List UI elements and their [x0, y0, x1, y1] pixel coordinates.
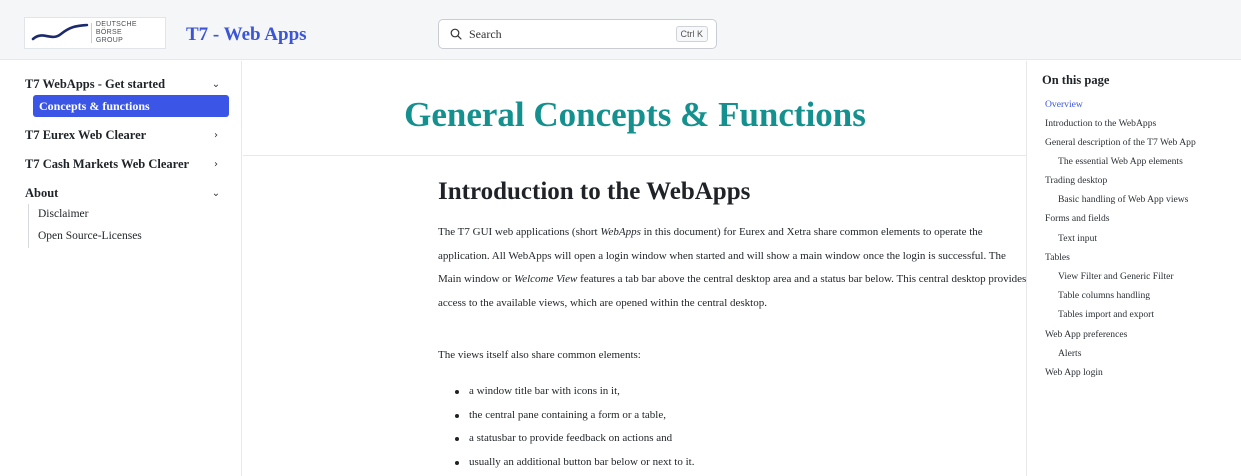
intro-paragraph: The T7 GUI web applications (short WebAp…: [438, 221, 1028, 315]
intro-emphasis-welcome-view: Welcome View: [514, 273, 578, 285]
section-heading-introduction: Introduction to the WebApps: [438, 178, 751, 205]
search-box[interactable]: Search Ctrl K: [438, 19, 717, 49]
search-shortcut-badge: Ctrl K: [675, 26, 708, 42]
toc-item-table-columns[interactable]: Table columns handling: [1058, 290, 1150, 301]
search-icon: [450, 28, 462, 40]
toc-item-overview[interactable]: Overview: [1045, 99, 1083, 110]
common-elements-list: a window title bar with icons in it, the…: [455, 380, 694, 474]
chevron-down-icon: ⌄: [211, 79, 221, 90]
chevron-down-icon: ⌄: [211, 188, 221, 199]
sidebar-section-label: T7 WebApps - Get started: [25, 77, 166, 91]
list-item: the central pane containing a form or a …: [455, 404, 694, 428]
toc-item-preferences[interactable]: Web App preferences: [1045, 329, 1127, 340]
toc-item-tables[interactable]: Tables: [1045, 252, 1070, 263]
sidebar-section-label: T7 Cash Markets Web Clearer: [25, 157, 190, 171]
toc-item-alerts[interactable]: Alerts: [1058, 348, 1081, 359]
toc-item-tables-import-export[interactable]: Tables import and export: [1058, 309, 1154, 320]
toc-item-web-app-login[interactable]: Web App login: [1045, 367, 1103, 378]
sidebar-section-about[interactable]: About ⌄: [25, 186, 221, 201]
page-title: General Concepts & Functions: [404, 95, 866, 134]
sidebar-subtree-line: [28, 204, 29, 248]
logo-text-line1: DEUTSCHE BÖRSE: [95, 21, 137, 36]
sidebar-section-cash-markets-web-clearer[interactable]: T7 Cash Markets Web Clearer ›: [25, 157, 221, 172]
sidebar-section-get-started[interactable]: T7 WebApps - Get started ⌄: [25, 77, 221, 92]
toc-item-view-filter[interactable]: View Filter and Generic Filter: [1058, 271, 1174, 282]
toc-title: On this page: [1042, 73, 1110, 87]
sidebar-item-disclaimer[interactable]: Disclaimer: [38, 208, 88, 220]
toc-item-essential-elements[interactable]: The essential Web App elements: [1058, 156, 1183, 167]
toc-item-trading-desktop[interactable]: Trading desktop: [1045, 175, 1107, 186]
toc-item-forms-fields[interactable]: Forms and fields: [1045, 213, 1110, 224]
top-header: DEUTSCHE BÖRSE GROUP T7 - Web Apps Searc…: [0, 0, 1241, 60]
intro-emphasis-webapps: WebApps: [600, 226, 641, 238]
title-divider: [243, 155, 1026, 156]
list-item: usually an additional button bar below o…: [455, 451, 694, 475]
chevron-right-icon: ›: [214, 159, 218, 170]
logo-text: DEUTSCHE BÖRSE GROUP: [96, 21, 165, 45]
toc-item-basic-handling[interactable]: Basic handling of Web App views: [1058, 194, 1188, 205]
sidebar-item-open-source-licenses[interactable]: Open Source-Licenses: [38, 230, 142, 242]
wave-logo-icon: [31, 23, 89, 41]
list-item: a window title bar with icons in it,: [455, 380, 694, 404]
toc-item-text-input[interactable]: Text input: [1058, 233, 1097, 244]
list-item: a statusbar to provide feedback on actio…: [455, 427, 694, 451]
deutsche-boerse-logo[interactable]: DEUTSCHE BÖRSE GROUP: [24, 17, 166, 49]
sidebar-section-label: About: [25, 186, 59, 200]
intro-text-1: The T7 GUI web applications (short: [438, 226, 601, 238]
sidebar-section-label: T7 Eurex Web Clearer: [25, 128, 147, 142]
logo-separator: [90, 23, 92, 43]
logo-text-line2: GROUP: [95, 37, 124, 44]
toc-item-general-description[interactable]: General description of the T7 Web App: [1045, 137, 1196, 148]
search-placeholder: Search: [469, 26, 502, 41]
views-paragraph: The views itself also share common eleme…: [438, 349, 641, 361]
app-title[interactable]: T7 - Web Apps: [186, 24, 307, 46]
toc-item-introduction[interactable]: Introduction to the WebApps: [1045, 118, 1156, 129]
